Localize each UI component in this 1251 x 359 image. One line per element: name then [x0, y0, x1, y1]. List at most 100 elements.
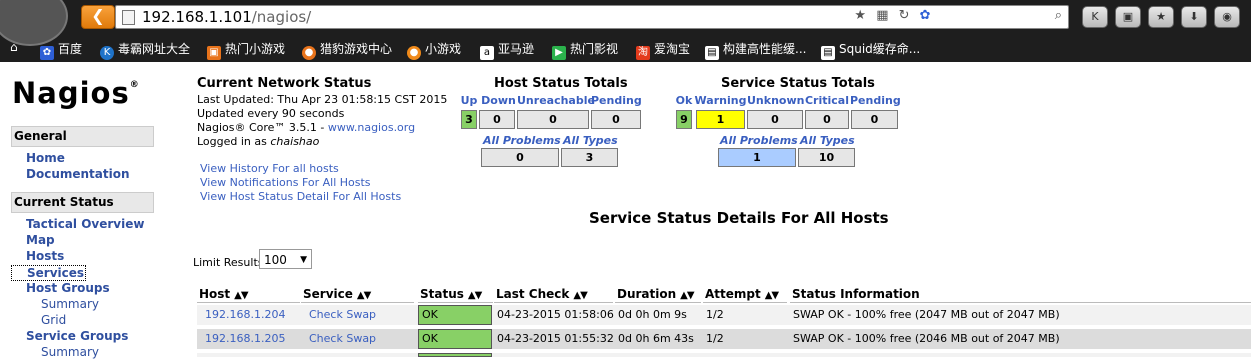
host-unreachable-header[interactable]: Unreachable [517, 94, 595, 107]
back-button[interactable]: ❮ [81, 5, 115, 29]
service-unknown-header[interactable]: Unknown [747, 94, 804, 107]
column-status[interactable]: Status ▲▼ [418, 285, 493, 303]
section-general: General [11, 126, 154, 147]
cheetah-icon: ● [302, 46, 316, 60]
reload-icon[interactable]: ↻ [899, 8, 910, 23]
nagios-logo[interactable]: Nagios® [12, 76, 140, 110]
host-pending-header[interactable]: Pending [591, 94, 642, 107]
service-link[interactable]: Check Swap [306, 305, 416, 325]
sidebar-item-service-groups[interactable]: Service Groups [26, 329, 128, 343]
favorite-star-icon[interactable]: ★ [1148, 6, 1174, 28]
table-row: 192.168.1.204 Check Swap OK 04-23-2015 0… [197, 305, 1251, 325]
address-bar[interactable]: 192.168.1.101/nagios/ ★ ▦ ↻ ✿ ⌕ [115, 5, 1069, 29]
host-down-header[interactable]: Down [480, 94, 517, 107]
sidebar-item-host-groups-summary[interactable]: Summary [41, 297, 99, 311]
limit-results-label: Limit Results: [193, 256, 268, 269]
bookmark-item[interactable]: ● 小游戏 [407, 40, 461, 60]
service-all-types-count[interactable]: 10 [798, 148, 855, 167]
status-badge: OK [418, 305, 492, 325]
service-all-problems-header[interactable]: All Problems [720, 134, 798, 147]
host-link[interactable]: 192.168.1.205 [202, 329, 301, 349]
sidebar-item-services[interactable]: Services [11, 265, 87, 281]
column-last-check[interactable]: Last Check ▲▼ [494, 285, 613, 303]
search-engine-icon[interactable]: ✿ [920, 8, 931, 23]
page-icon: ▤ [821, 46, 835, 60]
service-pending-header[interactable]: Pending [850, 94, 901, 107]
host-up-count[interactable]: 3 [461, 110, 477, 129]
sidebar-item-documentation[interactable]: Documentation [26, 167, 130, 181]
orange-icon: ● [407, 46, 421, 60]
sort-arrows-icon[interactable]: ▲▼ [680, 290, 694, 301]
nagios-org-link[interactable]: www.nagios.org [328, 121, 415, 134]
table-row: 192.168.1.205 Check Swap OK 04-23-2015 0… [197, 329, 1251, 349]
sort-arrows-icon[interactable]: ▲▼ [357, 290, 371, 301]
view-host-status-link[interactable]: View Host Status Detail For All Hosts [200, 190, 401, 203]
service-all-problems-count[interactable]: 1 [718, 148, 796, 167]
k-extension-icon[interactable]: K [1082, 6, 1108, 28]
update-interval: Updated every 90 seconds [197, 107, 345, 120]
search-icon[interactable]: ⌕ [1055, 8, 1062, 23]
core-version: Nagios® Core™ 3.5.1 - www.nagios.org [197, 121, 416, 134]
view-history-link[interactable]: View History For all hosts [200, 162, 339, 175]
bookmark-item[interactable]: ▶ 热门影视 [552, 40, 618, 60]
lock-icon[interactable]: ▣ [1115, 6, 1141, 28]
download-icon[interactable]: ⬇ [1181, 6, 1207, 28]
url-text: 192.168.1.101/nagios/ [142, 8, 312, 26]
sort-arrows-icon[interactable]: ▲▼ [765, 290, 779, 301]
limit-results-select[interactable]: 100 ▼ [259, 249, 312, 269]
bookmark-item[interactable]: K 毒霸网址大全 [100, 40, 190, 60]
gamepad-icon[interactable]: ◉ [1214, 6, 1240, 28]
column-service[interactable]: Service ▲▼ [301, 285, 414, 303]
service-critical-header[interactable]: Critical [804, 94, 850, 107]
sidebar-item-host-groups[interactable]: Host Groups [26, 281, 110, 295]
service-all-types-header[interactable]: All Types [800, 134, 855, 147]
service-warning-header[interactable]: Warning [694, 94, 747, 107]
sidebar-item-host-groups-grid[interactable]: Grid [41, 313, 66, 327]
bookmark-item[interactable]: ▣ 热门小游戏 [207, 40, 285, 60]
bookmark-item[interactable]: ✿ 百度 [40, 40, 82, 60]
host-all-problems-count[interactable]: 0 [481, 148, 559, 167]
page-icon [122, 10, 135, 25]
column-duration[interactable]: Duration ▲▼ [615, 285, 701, 303]
star-icon[interactable]: ★ [854, 8, 866, 23]
host-pending-count[interactable]: 0 [591, 110, 641, 129]
view-notifications-link[interactable]: View Notifications For All Hosts [200, 176, 371, 189]
qr-icon[interactable]: ▦ [876, 8, 888, 23]
sidebar-item-tactical-overview[interactable]: Tactical Overview [26, 217, 144, 231]
service-link[interactable]: Check Swap [306, 329, 416, 349]
sidebar-item-home[interactable]: Home [26, 151, 65, 165]
column-host[interactable]: Host ▲▼ [197, 285, 300, 303]
section-current-status: Current Status [11, 192, 154, 213]
column-attempt[interactable]: Attempt ▲▼ [703, 285, 787, 303]
address-tools: ★ ▦ ↻ ✿ ⌕ [848, 8, 1062, 23]
bookmark-item[interactable]: a 亚马逊 [480, 40, 534, 60]
play-icon: ▶ [552, 46, 566, 60]
sort-arrows-icon[interactable]: ▲▼ [468, 290, 482, 301]
sort-arrows-icon[interactable]: ▲▼ [573, 290, 587, 301]
host-unreachable-count[interactable]: 0 [517, 110, 589, 129]
bookmark-item[interactable]: ▤ Squid缓存命... [821, 40, 920, 60]
bookmark-item[interactable]: 淘爱淘宝 [636, 40, 690, 60]
home-icon[interactable]: ⌂ [10, 40, 18, 54]
host-all-types-count[interactable]: 3 [561, 148, 618, 167]
service-ok-header[interactable]: Ok [674, 94, 694, 107]
host-up-header[interactable]: Up [459, 94, 479, 107]
service-pending-count[interactable]: 0 [851, 110, 898, 129]
bookmark-item[interactable]: ● 猎豹游戏中心 [302, 40, 392, 60]
sort-arrows-icon[interactable]: ▲▼ [234, 290, 248, 301]
service-ok-count[interactable]: 9 [676, 110, 692, 129]
page-icon: ▤ [705, 46, 719, 60]
host-all-problems-header[interactable]: All Problems [483, 134, 561, 147]
sidebar-item-hosts[interactable]: Hosts [26, 249, 64, 263]
host-down-count[interactable]: 0 [479, 110, 515, 129]
sidebar-item-map[interactable]: Map [26, 233, 55, 247]
host-link[interactable]: 192.168.1.204 [202, 305, 301, 325]
service-details-title: Service Status Details For All Hosts [589, 209, 889, 227]
service-critical-count[interactable]: 0 [805, 110, 849, 129]
service-unknown-count[interactable]: 0 [747, 110, 803, 129]
service-warning-count[interactable]: 1 [696, 110, 745, 129]
paw-icon: ✿ [40, 46, 54, 60]
nagios-page: Nagios® General Home Documentation Curre… [0, 62, 1251, 359]
host-all-types-header[interactable]: All Types [563, 134, 618, 147]
bookmark-item[interactable]: ▤ 构建高性能缓... [705, 40, 806, 60]
